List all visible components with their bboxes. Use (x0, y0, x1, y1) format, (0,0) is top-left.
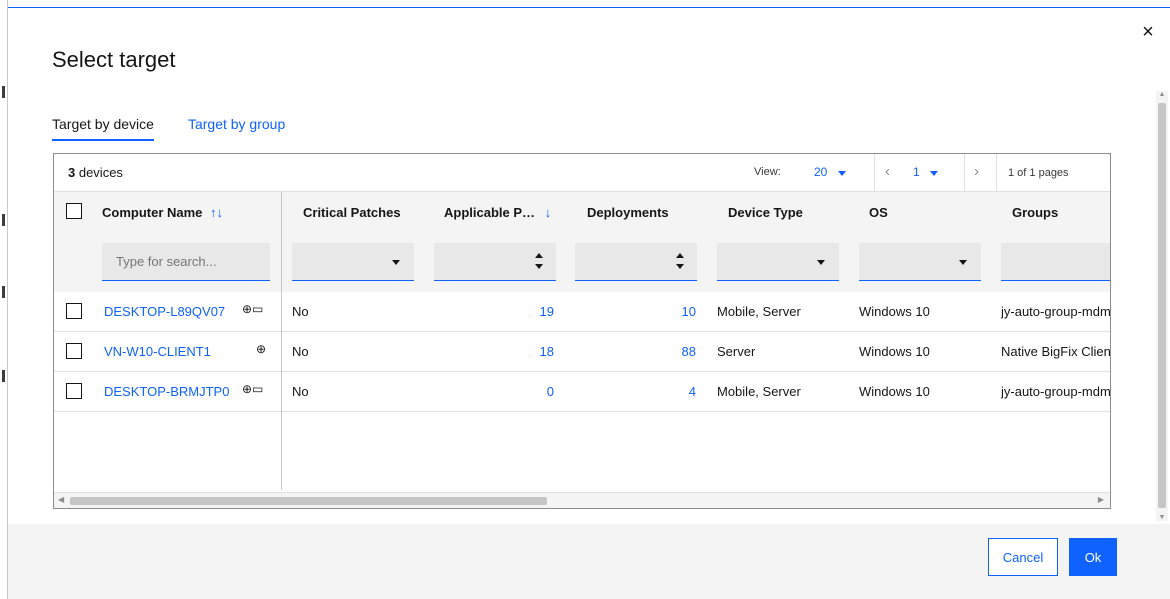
tab-target-by-device[interactable]: Target by device (52, 116, 154, 141)
modal-vertical-scrollbar[interactable]: ▲ ▼ (1156, 91, 1168, 521)
chevron-down-icon[interactable] (392, 260, 400, 265)
col-header-applicable-patches[interactable]: Applicable P… ↓ (444, 205, 551, 220)
col-header-critical-patches[interactable]: Critical Patches (303, 205, 401, 220)
applicable-patches-link[interactable]: 18 (484, 344, 554, 359)
view-chevron-down-icon[interactable] (838, 171, 846, 176)
os-cell: Windows 10 (859, 384, 930, 399)
sort-desc-icon[interactable]: ↓ (545, 205, 552, 220)
applicable-patches-filter[interactable] (434, 243, 556, 281)
col-header-os[interactable]: OS (869, 205, 888, 220)
scroll-left-icon[interactable]: ◀ (58, 495, 64, 504)
scroll-right-icon[interactable]: ▶ (1098, 495, 1104, 504)
decrement-icon[interactable] (676, 264, 684, 269)
critical-patches-cell: No (292, 304, 309, 319)
device-count-label: devices (75, 165, 123, 180)
device-type-cell: Server (717, 344, 756, 359)
page-info: 1 of 1 pages (1008, 167, 1069, 179)
prev-page-icon[interactable]: ‹ (885, 163, 890, 180)
applicable-patches-link[interactable]: 0 (484, 384, 554, 399)
groups-cell: Native BigFix Client (1001, 344, 1111, 359)
view-select[interactable]: 20 (814, 165, 827, 179)
next-page-icon[interactable]: › (974, 163, 979, 180)
decrement-icon[interactable] (535, 264, 543, 269)
divider (874, 154, 875, 192)
deployments-link[interactable]: 10 (626, 304, 696, 319)
groups-filter[interactable] (1001, 243, 1110, 281)
scroll-up-icon[interactable]: ▲ (1156, 91, 1168, 98)
close-icon[interactable]: × (1138, 22, 1158, 42)
table-horizontal-scrollbar[interactable]: ◀ ▶ (54, 492, 1110, 508)
deployments-filter[interactable] (575, 243, 697, 281)
frozen-column-divider (54, 192, 282, 490)
device-type-cell: Mobile, Server (717, 304, 801, 319)
col-header-device-type[interactable]: Device Type (728, 205, 803, 220)
view-label: View: (754, 166, 781, 178)
select-target-modal: × Select target Target by device Target … (8, 7, 1170, 599)
devices-table: 3 devices View: 20 ‹ 1 › 1 of 1 pages Co… (53, 153, 1111, 509)
device-type-cell: Mobile, Server (717, 384, 801, 399)
critical-patches-filter[interactable] (292, 243, 414, 281)
ok-button[interactable]: Ok (1069, 538, 1117, 576)
scroll-down-icon[interactable]: ▼ (1156, 514, 1168, 521)
page-chevron-down-icon[interactable] (930, 171, 938, 176)
backdrop-mark (2, 214, 5, 226)
critical-patches-cell: No (292, 384, 309, 399)
applicable-patches-link[interactable]: 19 (484, 304, 554, 319)
page-select[interactable]: 1 (913, 165, 920, 179)
modal-title: Select target (52, 47, 176, 72)
device-type-filter[interactable] (717, 243, 839, 281)
deployments-link[interactable]: 88 (626, 344, 696, 359)
table-toolbar: 3 devices View: 20 ‹ 1 › 1 of 1 pages (54, 154, 1110, 192)
groups-cell: jy-auto-group-mdm (1001, 304, 1111, 319)
increment-icon[interactable] (676, 253, 684, 258)
backdrop-edge (0, 0, 8, 599)
scrollbar-thumb[interactable] (1158, 103, 1166, 508)
target-tabs: Target by device Target by group (52, 116, 319, 141)
scrollbar-thumb[interactable] (70, 497, 547, 505)
increment-icon[interactable] (535, 253, 543, 258)
tab-target-by-group[interactable]: Target by group (188, 116, 285, 141)
col-header-deployments[interactable]: Deployments (587, 205, 669, 220)
chevron-down-icon[interactable] (817, 260, 825, 265)
backdrop-mark (2, 286, 5, 298)
os-cell: Windows 10 (859, 344, 930, 359)
divider (964, 154, 965, 192)
os-cell: Windows 10 (859, 304, 930, 319)
divider (996, 154, 997, 192)
cancel-button[interactable]: Cancel (988, 538, 1058, 576)
chevron-down-icon[interactable] (959, 260, 967, 265)
col-header-groups[interactable]: Groups (1012, 205, 1058, 220)
backdrop-mark (2, 370, 5, 382)
col-label: Applicable P… (444, 205, 536, 220)
os-filter[interactable] (859, 243, 981, 281)
groups-cell: jy-auto-group-mdm (1001, 384, 1111, 399)
deployments-link[interactable]: 4 (626, 384, 696, 399)
device-count: 3 devices (68, 165, 123, 180)
critical-patches-cell: No (292, 344, 309, 359)
backdrop-mark (2, 86, 5, 98)
